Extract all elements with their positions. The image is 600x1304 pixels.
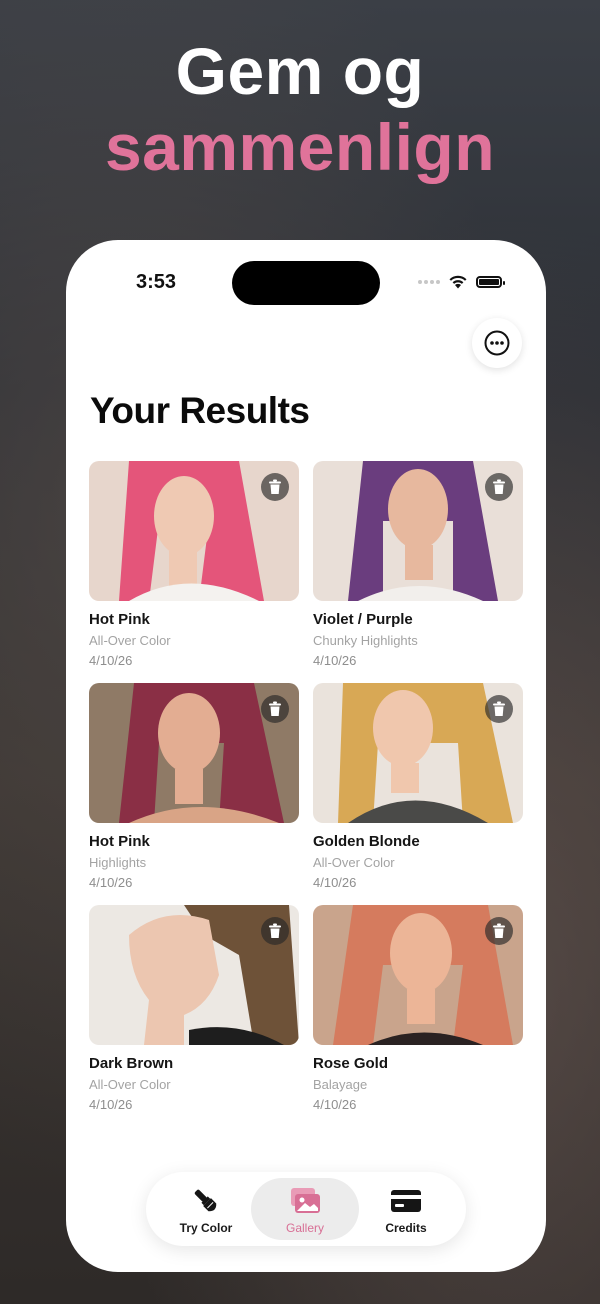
result-card[interactable]: Rose Gold Balayage 4/10/26 xyxy=(313,905,523,1117)
tab-bar: Try Color Gallery Credits xyxy=(146,1172,466,1246)
result-thumbnail[interactable] xyxy=(89,461,299,601)
result-style: All-Over Color xyxy=(89,633,171,648)
result-card[interactable]: Dark Brown All-Over Color 4/10/26 xyxy=(89,905,299,1117)
delete-button[interactable] xyxy=(485,917,513,945)
result-style: All-Over Color xyxy=(89,1077,171,1092)
result-date: 4/10/26 xyxy=(313,1097,357,1112)
trash-icon xyxy=(269,479,281,494)
tab-label: Gallery xyxy=(285,1221,324,1235)
tab-label: Credits xyxy=(385,1221,427,1235)
result-style: Balayage xyxy=(313,1077,368,1092)
tab-gallery[interactable]: Gallery xyxy=(251,1178,359,1240)
result-date: 4/10/26 xyxy=(313,653,357,668)
photo-stack-icon xyxy=(291,1188,320,1213)
result-thumbnail[interactable] xyxy=(313,905,523,1045)
result-style: Chunky Highlights xyxy=(313,633,418,648)
result-date: 4/10/26 xyxy=(89,653,133,668)
trash-icon xyxy=(269,923,281,938)
result-style: All-Over Color xyxy=(313,855,395,870)
promo-headline: Gem og sammenlign xyxy=(0,38,600,180)
trash-icon xyxy=(269,701,281,716)
delete-button[interactable] xyxy=(261,695,289,723)
result-thumbnail[interactable] xyxy=(89,683,299,823)
result-card[interactable]: Golden Blonde All-Over Color 4/10/26 xyxy=(313,683,523,895)
more-options-button[interactable] xyxy=(472,318,522,368)
delete-button[interactable] xyxy=(485,473,513,501)
page-title: Your Results xyxy=(90,390,310,431)
result-title: Golden Blonde xyxy=(313,833,420,850)
result-date: 4/10/26 xyxy=(89,1097,133,1112)
result-thumbnail[interactable] xyxy=(89,905,299,1045)
result-date: 4/10/26 xyxy=(89,875,133,890)
status-icons xyxy=(418,274,505,289)
trash-icon xyxy=(493,479,505,494)
result-card[interactable]: Violet / Purple Chunky Highlights 4/10/2… xyxy=(313,461,523,673)
result-style: Highlights xyxy=(89,855,147,870)
status-time: 3:53 xyxy=(136,271,177,293)
result-title: Hot Pink xyxy=(89,833,150,850)
result-title: Hot Pink xyxy=(89,611,150,628)
results-grid: Hot Pink All-Over Color 4/10/26 Violet /… xyxy=(89,461,523,1117)
battery-icon xyxy=(476,275,505,288)
result-title: Dark Brown xyxy=(89,1055,174,1072)
tab-try-color[interactable]: Try Color xyxy=(152,1178,260,1240)
result-thumbnail[interactable] xyxy=(313,683,523,823)
result-card[interactable]: Hot Pink All-Over Color 4/10/26 xyxy=(89,461,299,673)
credit-card-icon xyxy=(391,1190,421,1212)
result-date: 4/10/26 xyxy=(313,875,357,890)
tab-label: Try Color xyxy=(179,1221,233,1235)
wifi-icon xyxy=(449,275,467,289)
result-card[interactable]: Hot Pink Highlights 4/10/26 xyxy=(89,683,299,895)
paintbrush-icon xyxy=(194,1189,217,1212)
headline-line-1: Gem og xyxy=(175,34,425,108)
phone-screen: 3:53 Your Results Hot Pink All-Over Colo… xyxy=(66,240,546,1272)
trash-icon xyxy=(493,701,505,716)
delete-button[interactable] xyxy=(485,695,513,723)
delete-button[interactable] xyxy=(261,473,289,501)
ellipsis-circle-icon xyxy=(484,330,510,356)
tab-credits[interactable]: Credits xyxy=(352,1178,460,1240)
delete-button[interactable] xyxy=(261,917,289,945)
dynamic-island xyxy=(232,261,380,305)
trash-icon xyxy=(493,923,505,938)
result-thumbnail[interactable] xyxy=(313,461,523,601)
result-title: Rose Gold xyxy=(313,1055,389,1072)
headline-line-2: sammenlign xyxy=(104,110,496,184)
result-title: Violet / Purple xyxy=(313,611,413,628)
cellular-dots-icon xyxy=(418,279,440,284)
